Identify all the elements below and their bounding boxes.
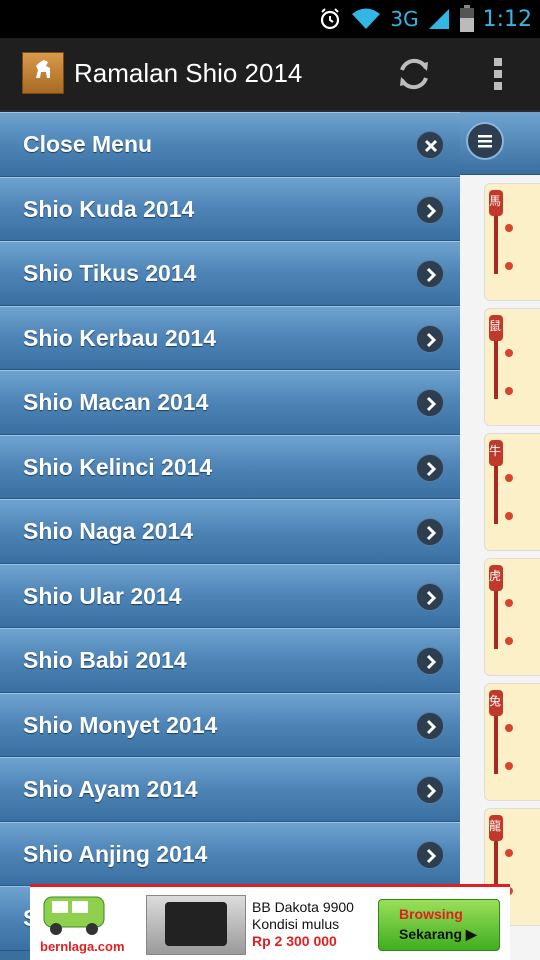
ad-cta-line1: Browsing (399, 906, 463, 922)
shio-thumbnail[interactable]: 虎 (484, 558, 540, 676)
chevron-right-icon (416, 518, 444, 546)
app-title: Ramalan Shio 2014 (74, 58, 303, 88)
tassel (494, 591, 498, 649)
chevron-right-icon (416, 711, 444, 740)
flower-icon (505, 349, 513, 357)
menu-item-label: Shio Kuda 2014 (23, 195, 195, 222)
chevron-right-icon (416, 776, 444, 804)
battery-icon (459, 5, 474, 32)
menu-item-label: Shio Kerbau 2014 (23, 324, 217, 351)
clock: 1:12 (482, 6, 532, 32)
network-type: 3G (390, 7, 419, 31)
flower-icon (505, 474, 513, 482)
shio-list: 馬 鼠 牛 虎 兔 龍 (460, 175, 540, 960)
shio-thumbnail[interactable]: 兔 (484, 683, 540, 801)
flower-icon (505, 599, 513, 607)
menu-item-label: Shio Anjing 2014 (23, 840, 208, 867)
menu-item-label: Shio Macan 2014 (23, 389, 209, 415)
tassel (494, 341, 498, 399)
menu-item-label: Shio Monyet 2014 (23, 711, 218, 738)
menu-item-anjing[interactable]: Shio Anjing 2014 (0, 821, 460, 886)
flower-icon (505, 849, 513, 857)
status-bar: 3G 1:12 (0, 0, 540, 38)
ad-product: BB Dakota 9900 (252, 899, 354, 915)
overflow-menu-icon[interactable] (486, 52, 510, 96)
horse-icon (36, 60, 50, 78)
ad-cta-button[interactable]: Browsing Sekarang ▶ (378, 899, 500, 951)
action-bar: Ramalan Shio 2014 (0, 38, 540, 112)
hamburger-icon (478, 135, 492, 148)
menu-item-label: Shio Ayam 2014 (23, 776, 198, 802)
ad-condition: Kondisi mulus (252, 916, 340, 932)
menu-item-kelinci[interactable]: Shio Kelinci 2014 (0, 434, 460, 499)
shio-glyph: 兔 (489, 694, 502, 708)
flower-icon (505, 512, 513, 520)
phone-image (146, 895, 246, 955)
chevron-right-icon (416, 647, 444, 675)
close-icon (416, 131, 444, 159)
menu-item-tikus[interactable]: Shio Tikus 2014 (0, 241, 460, 306)
chevron-right-icon (416, 324, 444, 353)
chevron-right-icon (416, 389, 444, 417)
menu-item-naga[interactable]: Shio Naga 2014 (0, 499, 460, 564)
chevron-right-icon (416, 195, 444, 224)
status-icons: 3G 1:12 (318, 0, 532, 38)
ad-price: Rp 2 300 000 (252, 933, 337, 949)
flower-icon (505, 224, 513, 232)
menu-item-kuda[interactable]: Shio Kuda 2014 (0, 176, 460, 241)
menu-item-label: Close Menu (23, 131, 153, 157)
shio-glyph: 馬 (489, 194, 502, 208)
menu-item-close[interactable]: Close Menu (0, 112, 460, 177)
menu-item-ular[interactable]: Shio Ular 2014 (0, 563, 460, 628)
chevron-right-icon (416, 260, 444, 288)
shio-glyph: 鼠 (489, 319, 502, 333)
tassel (494, 716, 498, 774)
page-header (460, 112, 540, 175)
menu-item-ayam[interactable]: Shio Ayam 2014 (0, 757, 460, 822)
phone-screen (165, 902, 227, 946)
wifi-icon (352, 8, 381, 29)
tassel (494, 466, 498, 524)
shio-thumbnail[interactable]: 鼠 (484, 308, 540, 426)
menu-item-monyet[interactable]: Shio Monyet 2014 (0, 692, 460, 757)
chevron-right-icon (416, 453, 444, 482)
menu-item-kerbau[interactable]: Shio Kerbau 2014 (0, 305, 460, 370)
flower-icon (505, 387, 513, 395)
shio-glyph: 虎 (489, 569, 502, 583)
signal-icon (428, 9, 449, 29)
tassel (494, 216, 498, 274)
menu-item-label: Shio Tikus 2014 (23, 260, 197, 286)
menu-item-label: Shio Kelinci 2014 (23, 453, 213, 480)
flower-icon (505, 637, 513, 645)
ad-brand: bernlaga.com (40, 939, 125, 954)
shio-thumbnail[interactable]: 牛 (484, 433, 540, 551)
app-logo[interactable] (22, 52, 64, 94)
shio-glyph: 龍 (489, 819, 502, 833)
refresh-icon[interactable] (394, 54, 434, 94)
shio-thumbnail[interactable]: 馬 (484, 183, 540, 301)
shio-glyph: 牛 (489, 444, 502, 458)
navigation-menu: Close Menu Shio Kuda 2014 Shio Tikus 201… (0, 112, 460, 960)
ad-banner[interactable]: bernlaga.com BB Dakota 9900 Kondisi mulu… (30, 884, 510, 960)
menu-item-macan[interactable]: Shio Macan 2014 (0, 370, 460, 435)
menu-toggle-button[interactable] (466, 122, 504, 160)
flower-icon (505, 762, 513, 770)
menu-item-label: Shio Babi 2014 (23, 647, 187, 673)
flower-icon (505, 724, 513, 732)
menu-item-babi[interactable]: Shio Babi 2014 (0, 628, 460, 693)
chevron-right-icon (416, 840, 444, 869)
ad-cta-line2: Sekarang ▶ (399, 926, 477, 942)
flower-icon (505, 262, 513, 270)
menu-item-label: Shio Ular 2014 (23, 582, 182, 609)
alarm-icon (321, 8, 340, 30)
chevron-right-icon (416, 582, 444, 611)
menu-item-label: Shio Naga 2014 (23, 518, 194, 544)
